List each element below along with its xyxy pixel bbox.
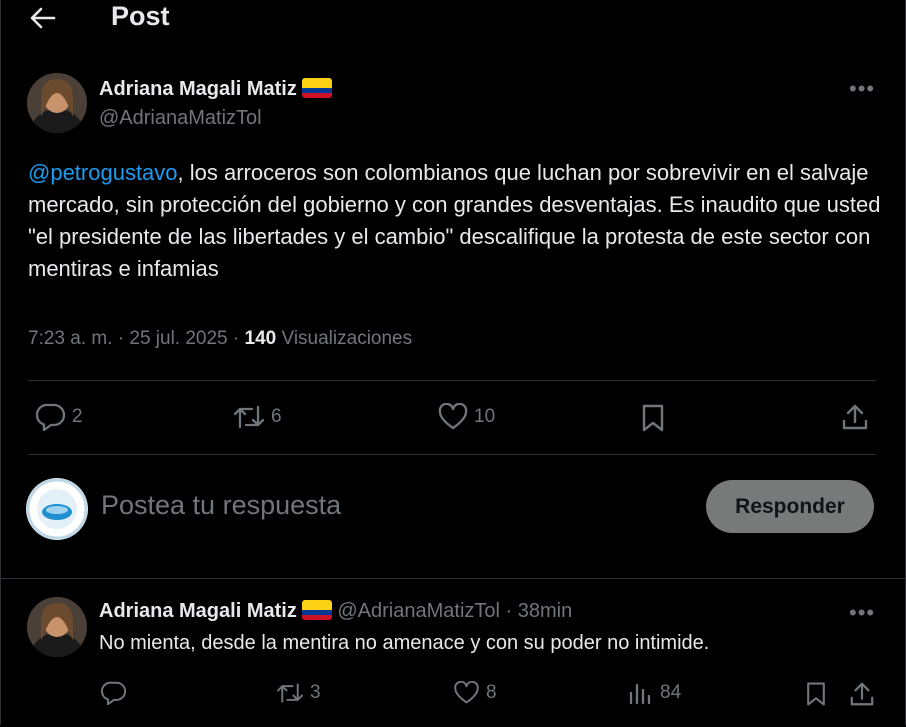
reply-share-button[interactable] <box>849 681 875 707</box>
reply-like-count: 8 <box>486 682 497 703</box>
reply-text: No mienta, desde la mentira no amenace y… <box>99 632 710 654</box>
post-text: @petrogustavo, los arroceros son colombi… <box>28 157 888 285</box>
bookmark-icon <box>807 682 825 706</box>
reply-timestamp[interactable]: · 38min <box>500 600 573 622</box>
author-handle[interactable]: @AdrianaMatizTol <box>99 107 262 130</box>
reply-more-options-icon[interactable]: ••• <box>849 600 875 626</box>
repost-count: 6 <box>271 406 282 427</box>
heart-icon <box>438 403 468 430</box>
post-timestamp[interactable]: 7:23 a. m. · 25 jul. 2025 · <box>28 328 245 349</box>
comment-icon <box>101 681 127 705</box>
analytics-icon <box>629 683 651 705</box>
more-options-icon[interactable]: ••• <box>849 76 875 102</box>
reply-action[interactable]: 2 <box>36 403 83 431</box>
reply-input[interactable]: Postea tu respuesta <box>101 490 341 521</box>
divider <box>0 578 906 579</box>
bookmark-icon <box>642 404 664 432</box>
reply-views-count: 84 <box>660 682 682 703</box>
share-button[interactable] <box>841 403 869 431</box>
divider <box>28 380 876 381</box>
like-action[interactable]: 10 <box>438 403 495 431</box>
post-meta: 7:23 a. m. · 25 jul. 2025 · 140 Visualiz… <box>28 328 412 350</box>
back-button[interactable] <box>28 6 56 30</box>
reply-repost-count: 3 <box>310 682 321 703</box>
author-name[interactable]: Adriana Magali Matiz <box>99 78 297 100</box>
reply-bookmark-button[interactable] <box>804 681 828 707</box>
arrow-left-icon <box>30 7 56 29</box>
author-avatar[interactable] <box>27 73 87 133</box>
reply-views-action[interactable]: 84 <box>628 681 681 705</box>
author-name-row[interactable]: Adriana Magali Matiz <box>99 78 332 101</box>
heart-icon <box>454 681 479 704</box>
like-count: 10 <box>474 406 496 427</box>
repost-icon <box>277 683 303 703</box>
reply-author-name[interactable]: Adriana Magali Matiz <box>99 600 297 622</box>
share-icon <box>842 404 868 430</box>
colombia-flag-icon <box>301 78 332 98</box>
repost-action[interactable]: 6 <box>233 403 282 431</box>
reply-header: Adriana Magali Matiz @AdrianaMatizTol · … <box>99 600 572 623</box>
reply-repost-action[interactable]: 3 <box>276 681 321 705</box>
reply-author-avatar[interactable] <box>27 597 87 657</box>
current-user-avatar[interactable] <box>26 478 88 540</box>
comment-icon <box>36 403 66 431</box>
page-title: Post <box>111 1 170 31</box>
repost-icon <box>233 405 265 429</box>
reply-count: 2 <box>72 406 83 427</box>
views-label: Visualizaciones <box>276 328 413 349</box>
colombia-flag-icon <box>301 600 332 620</box>
reply-like-action[interactable]: 8 <box>453 681 497 705</box>
views-count: 140 <box>244 328 277 349</box>
bookmark-button[interactable] <box>640 403 666 433</box>
reply-reply-action[interactable] <box>101 681 127 705</box>
share-icon <box>850 682 874 706</box>
mention-link[interactable]: @petrogustavo <box>28 160 178 185</box>
reply-button[interactable]: Responder <box>706 480 874 533</box>
reply-author-handle[interactable]: @AdrianaMatizTol <box>337 600 500 622</box>
divider <box>28 454 876 455</box>
